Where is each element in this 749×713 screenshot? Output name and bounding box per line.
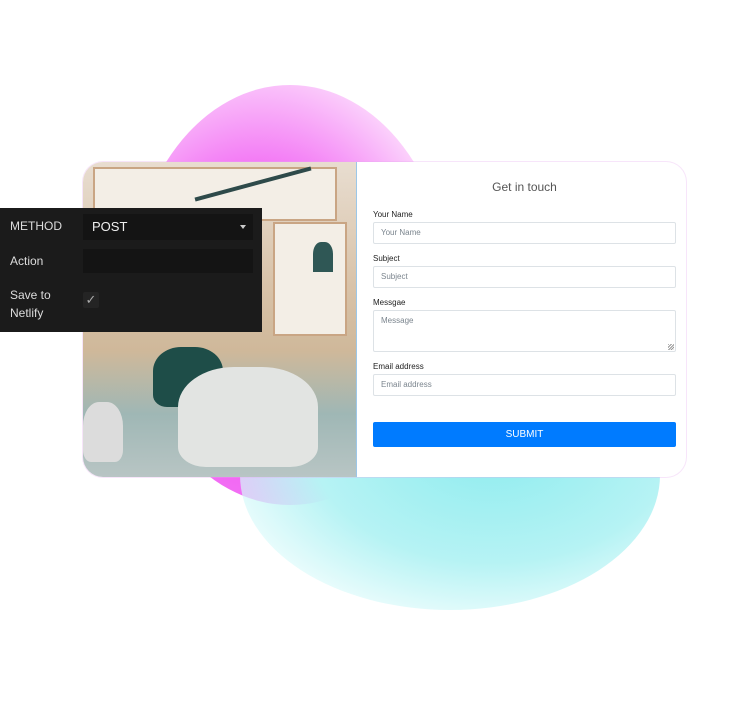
form-settings-panel: METHOD POST Action Save to Netlify ✓ xyxy=(0,208,262,332)
method-value: POST xyxy=(92,219,128,234)
subject-label: Subject xyxy=(373,254,400,263)
email-label: Email address xyxy=(373,362,424,371)
method-label: METHOD xyxy=(10,219,62,233)
name-input[interactable]: Your Name xyxy=(373,222,676,244)
action-label: Action xyxy=(10,254,44,268)
subject-input[interactable]: Subject xyxy=(373,266,676,288)
message-label: Messgae xyxy=(373,298,406,307)
submit-button[interactable]: SUBMIT xyxy=(373,422,676,447)
form-title: Get in touch xyxy=(492,180,557,194)
save-to-netlify-label: Save to Netlify xyxy=(10,288,51,320)
window xyxy=(273,222,347,336)
action-input[interactable] xyxy=(83,249,253,273)
message-placeholder: Message xyxy=(381,316,414,325)
save-to-netlify-checkbox[interactable]: ✓ xyxy=(83,292,99,308)
method-select[interactable]: POST xyxy=(83,214,253,240)
name-label: Your Name xyxy=(373,210,413,219)
contact-form: Get in touch Your Name Your Name Subject… xyxy=(357,162,686,477)
lamp-shade xyxy=(313,242,333,272)
white-chair xyxy=(83,402,123,462)
caret-down-icon xyxy=(240,225,246,229)
checkmark-icon: ✓ xyxy=(85,292,97,307)
message-textarea[interactable]: Message xyxy=(373,310,676,352)
white-chair xyxy=(178,367,318,467)
resize-grip-icon[interactable] xyxy=(668,344,674,350)
email-input[interactable]: Email address xyxy=(373,374,676,396)
